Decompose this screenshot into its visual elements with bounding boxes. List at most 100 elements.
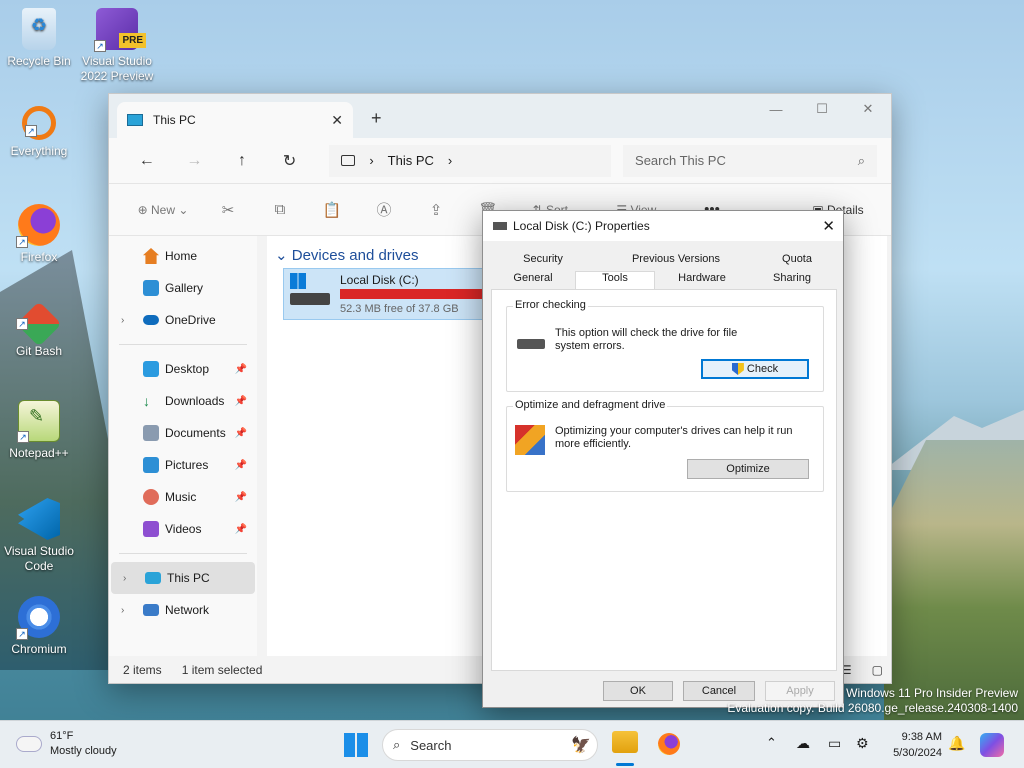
nav-item-downloads[interactable]: ↓ Downloads 📌 — [109, 385, 257, 417]
desktop-icon-notepadpp[interactable]: ✎ ↗ Notepad++ — [0, 400, 78, 461]
chevron-up-icon[interactable]: ⌃ — [766, 735, 777, 751]
pin-icon[interactable]: 📌 — [235, 364, 247, 375]
everything-search-icon: ↗ — [22, 106, 56, 140]
optimize-button[interactable]: Optimize — [687, 459, 809, 479]
forward-button[interactable]: → — [171, 152, 219, 170]
desktop-icon-git-bash[interactable]: ↗ Git Bash — [0, 301, 78, 359]
taskbar: 61°F Mostly cloudy ⌕ Search 🦅 ⌃ ☁ ▭ ⚙ 9:… — [0, 720, 1024, 768]
copy-icon[interactable]: ⧉ — [257, 201, 303, 218]
chevron-right-icon: › — [447, 153, 453, 168]
nav-item-label: Home — [165, 249, 198, 263]
desktop-icon-label: Chromium — [11, 642, 67, 656]
nav-item-desktop[interactable]: Desktop 📌 — [109, 353, 257, 385]
drive-usage-bar — [340, 289, 488, 299]
start-button[interactable] — [344, 733, 368, 757]
temperature: 61°F — [50, 730, 74, 742]
new-button[interactable]: ⊕ New ⌄ — [127, 203, 199, 217]
taskbar-search[interactable]: ⌕ Search 🦅 — [382, 729, 598, 761]
pin-icon[interactable]: 📌 — [235, 396, 247, 407]
tab-quota[interactable]: Quota — [757, 253, 837, 265]
minimize-button[interactable]: — — [753, 94, 799, 124]
nav-item-network[interactable]: › Network — [109, 594, 257, 626]
rename-icon[interactable]: Ⓐ — [361, 199, 407, 220]
nav-item-label: This PC — [167, 571, 210, 585]
pin-icon[interactable]: 📌 — [235, 492, 247, 503]
tab-this-pc[interactable]: This PC ✕ — [117, 102, 353, 138]
display-icon[interactable]: ▭ — [828, 735, 841, 752]
desktop-icon-visual-studio[interactable]: PRE ↗ Visual Studio 2022 Preview — [78, 8, 156, 84]
maximize-button[interactable]: ☐ — [799, 94, 845, 124]
close-dialog-icon[interactable]: ✕ — [822, 217, 835, 235]
back-button[interactable]: ← — [123, 152, 171, 170]
tab-general[interactable]: General — [491, 272, 575, 284]
desktop-icon-firefox[interactable]: ↗ Firefox — [0, 204, 78, 265]
desktop-folder-icon — [143, 361, 159, 377]
refresh-button[interactable]: ↻ — [266, 151, 314, 171]
nav-item-gallery[interactable]: Gallery — [109, 272, 257, 304]
notification-bell-icon[interactable]: 🔔 — [948, 735, 965, 752]
shortcut-arrow-icon: ↗ — [16, 236, 28, 248]
address-bar[interactable]: › This PC › — [329, 144, 612, 177]
section-title: Devices and drives — [291, 247, 419, 264]
chevron-right-icon[interactable]: › — [121, 605, 124, 616]
copilot-icon[interactable] — [980, 733, 1004, 757]
tab-sharing[interactable]: Sharing — [749, 272, 835, 284]
chevron-right-icon[interactable]: › — [121, 315, 124, 326]
drive-local-disk-c[interactable]: Local Disk (C:) 52.3 MB free of 37.8 GB — [283, 268, 489, 320]
nav-item-onedrive[interactable]: › OneDrive — [109, 304, 257, 336]
share-icon[interactable]: ⇪ — [413, 201, 459, 219]
weather-condition: Mostly cloudy — [50, 745, 117, 757]
desktop-icon-chromium[interactable]: ↗ Chromium — [0, 596, 78, 657]
pin-icon[interactable]: 📌 — [235, 460, 247, 471]
tab-security[interactable]: Security — [491, 253, 595, 265]
new-tab-button[interactable]: + — [371, 108, 382, 129]
paste-icon[interactable]: 📋 — [309, 201, 355, 219]
tab-tools[interactable]: Tools — [575, 271, 655, 289]
pin-icon[interactable]: 📌 — [235, 524, 247, 535]
firefox-taskbar-icon[interactable] — [658, 733, 680, 755]
search-icon: ⌕ — [393, 737, 401, 752]
file-explorer-taskbar-icon[interactable] — [612, 731, 638, 753]
nav-item-home[interactable]: Home — [109, 240, 257, 272]
cut-icon[interactable]: ✂ — [205, 201, 251, 219]
gallery-icon — [143, 280, 159, 296]
weather-widget[interactable]: 61°F Mostly cloudy — [16, 729, 117, 759]
network-off-icon[interactable]: ☁ — [796, 735, 810, 752]
close-tab-icon[interactable]: ✕ — [331, 112, 343, 129]
tiles-view-icon[interactable]: ▢ — [872, 663, 883, 677]
cloud-icon — [143, 315, 159, 325]
pin-icon[interactable]: 📌 — [235, 428, 247, 439]
desktop-icon-label: Visual Studio 2022 Preview — [80, 54, 154, 83]
search-input[interactable]: Search This PC ⌕ — [623, 144, 877, 177]
nav-item-videos[interactable]: Videos 📌 — [109, 513, 257, 545]
vscode-icon — [18, 498, 60, 540]
group-description: This option will check the drive for fil… — [555, 327, 738, 352]
git-bash-icon: ↗ — [16, 301, 62, 347]
close-window-button[interactable]: ✕ — [845, 94, 891, 124]
tab-previous-versions[interactable]: Previous Versions — [595, 253, 757, 265]
chevron-right-icon[interactable]: › — [123, 573, 126, 584]
desktop-icon-everything[interactable]: ↗ Everything — [0, 106, 78, 159]
ok-button[interactable]: OK — [603, 681, 673, 701]
section-header[interactable]: ⌄ Devices and drives — [275, 246, 418, 264]
desktop-icon-recycle-bin[interactable]: ♻ Recycle Bin — [0, 8, 78, 69]
check-label: Check — [746, 363, 779, 375]
divider — [119, 553, 247, 554]
nav-item-music[interactable]: Music 📌 — [109, 481, 257, 513]
up-button[interactable]: ↑ — [218, 152, 266, 170]
windows-watermark: Windows 11 Pro Insider Preview Evaluatio… — [727, 686, 1018, 716]
divider — [119, 344, 247, 345]
explorer-titlebar: This PC ✕ + — ☐ ✕ — [109, 94, 891, 138]
desktop-icon-vscode[interactable]: Visual Studio Code — [0, 498, 78, 574]
download-icon: ↓ — [143, 393, 150, 409]
nav-item-pictures[interactable]: Pictures 📌 — [109, 449, 257, 481]
accessibility-icon[interactable]: ⚙ — [856, 735, 869, 752]
clock[interactable]: 9:38 AM 5/30/2024 — [893, 729, 942, 761]
check-button[interactable]: Check — [701, 359, 809, 379]
nav-item-documents[interactable]: Documents 📌 — [109, 417, 257, 449]
nav-item-this-pc[interactable]: › This PC — [111, 562, 255, 594]
watermark-edition: Windows 11 Pro Insider Preview — [846, 686, 1018, 700]
breadcrumb-this-pc[interactable]: This PC — [388, 153, 434, 168]
tab-hardware[interactable]: Hardware — [655, 272, 749, 284]
nav-item-label: Music — [165, 490, 197, 504]
